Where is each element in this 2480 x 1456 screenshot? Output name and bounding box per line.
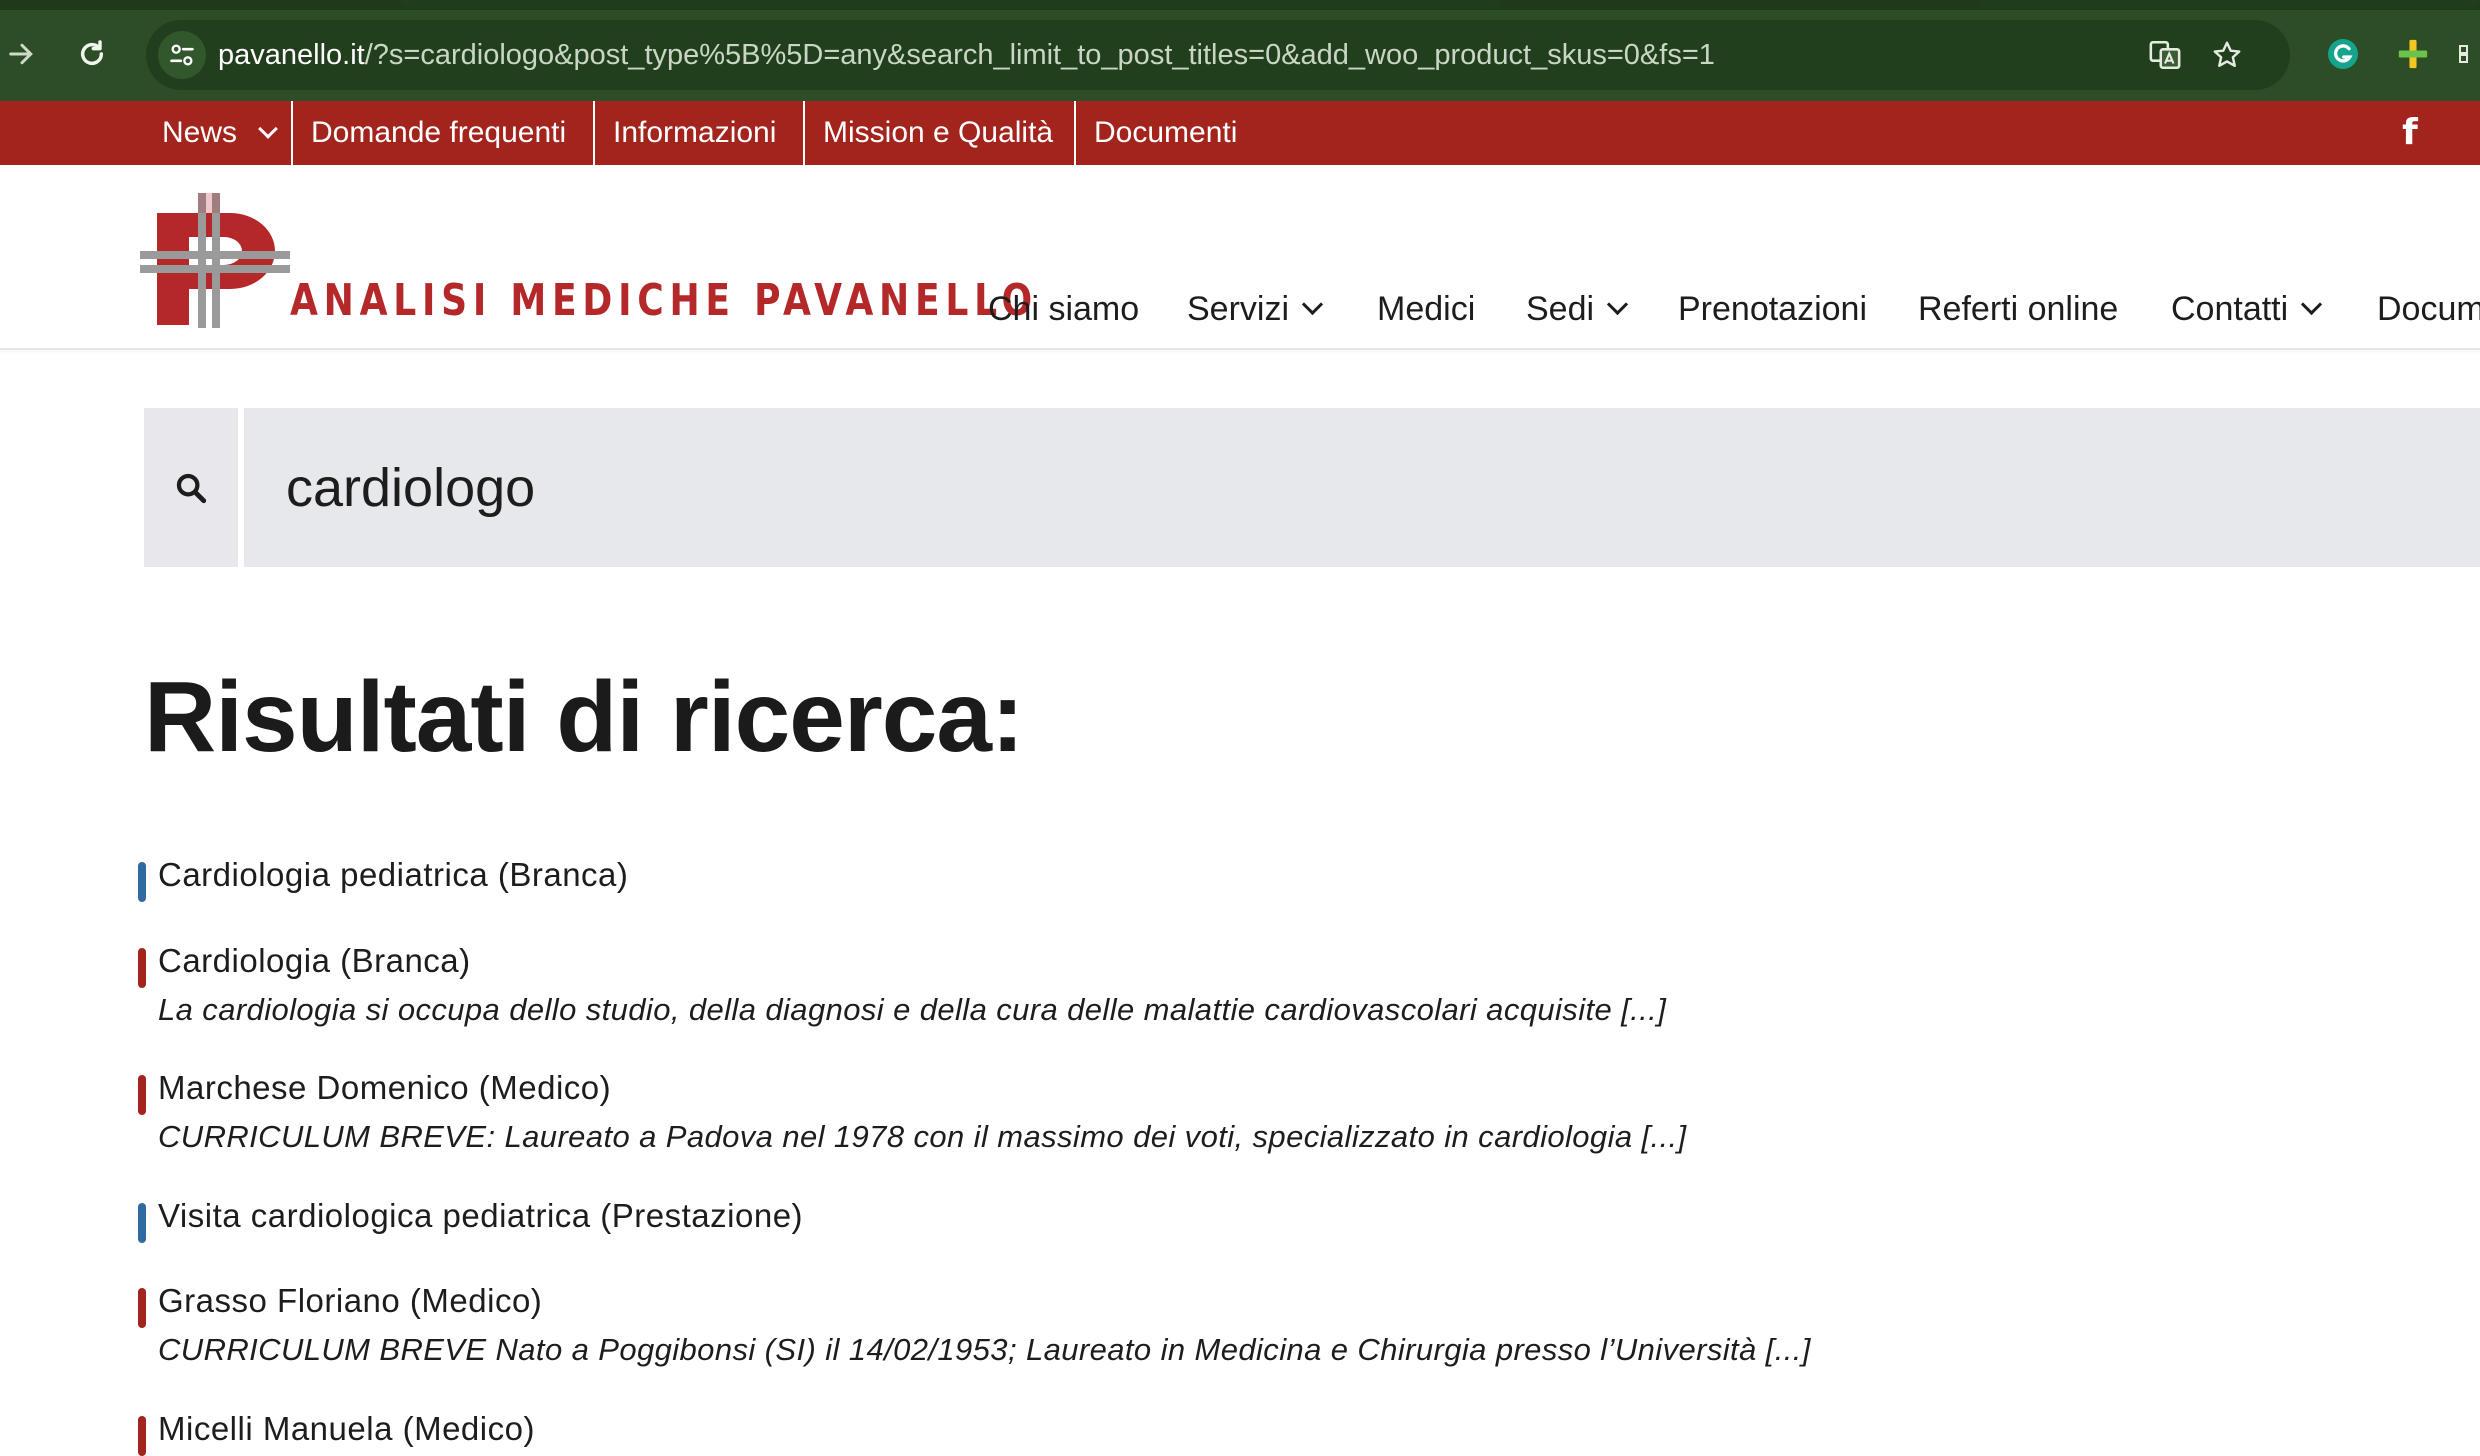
result-excerpt: CURRICULUM BREVE: Laureato a Padova nel …: [158, 1119, 1687, 1154]
tab[interactable]: [1980, 0, 2480, 8]
nav-item-contatti[interactable]: Contatti: [2171, 290, 2323, 329]
result-type-marker: [138, 1075, 146, 1115]
chevron-down-icon: [258, 119, 279, 139]
topbar-item-label: News: [162, 116, 238, 149]
search-button[interactable]: [144, 408, 238, 567]
facebook-icon[interactable]: f: [2395, 101, 2425, 165]
forward-icon[interactable]: [0, 32, 44, 76]
topbar-item-label: Domande frequenti: [311, 116, 567, 149]
tab-strip: [0, 0, 2480, 10]
result-title[interactable]: Visita cardiologica pediatrica (Prestazi…: [158, 1197, 803, 1235]
nav-item-label: Referti online: [1918, 290, 2119, 328]
nav-item-label: Sedi: [1526, 290, 1595, 328]
site-info-icon[interactable]: [158, 31, 206, 79]
nav-item-prenotazioni[interactable]: Prenotazioni: [1678, 290, 1867, 329]
topbar-item-documenti[interactable]: Documenti: [1074, 101, 1257, 165]
result-type-marker: [138, 948, 146, 988]
result-title[interactable]: Marchese Domenico (Medico): [158, 1069, 611, 1107]
page-title: Risultati di ricerca:: [144, 661, 1024, 773]
site-header: ANALISI MEDICHE PAVANELLO Chi siamo Serv…: [0, 165, 2480, 350]
url-host: pavanello.it: [218, 39, 365, 71]
site-logo[interactable]: [140, 193, 290, 328]
nav-item-documenti[interactable]: Docum: [2377, 290, 2480, 329]
utility-bar: News Domande frequenti Informazioni Miss…: [0, 101, 2480, 165]
result-type-marker: [138, 1416, 146, 1456]
result-excerpt: CURRICULUM BREVE Nato a Poggibonsi (SI) …: [158, 1332, 1811, 1367]
browser-toolbar: pavanello.it/?s=cardiologo&post_type%5B%…: [0, 0, 2480, 101]
search-icon: [176, 473, 207, 503]
search-input[interactable]: [286, 408, 2286, 567]
topbar-item-news[interactable]: News: [142, 101, 295, 165]
nav-item-medici[interactable]: Medici: [1377, 290, 1475, 329]
topbar-item-label: Documenti: [1094, 116, 1238, 149]
topbar-item-informazioni[interactable]: Informazioni: [593, 101, 796, 165]
nav-item-servizi[interactable]: Servizi: [1187, 290, 1324, 329]
chevron-down-icon: [1301, 293, 1324, 316]
result-type-marker: [138, 1203, 146, 1243]
nav-item-referti-online[interactable]: Referti online: [1918, 290, 2118, 329]
address-bar[interactable]: pavanello.it/?s=cardiologo&post_type%5B%…: [146, 20, 2290, 90]
topbar-item-mission[interactable]: Mission e Qualità: [803, 101, 1073, 165]
topbar-item-domande-frequenti[interactable]: Domande frequenti: [291, 101, 586, 165]
result-type-marker: [138, 862, 146, 902]
result-title[interactable]: Micelli Manuela (Medico): [158, 1410, 535, 1448]
url-path: /?s=cardiologo&post_type%5B%5D=any&searc…: [364, 39, 1715, 71]
nav-item-label: Prenotazioni: [1678, 290, 1868, 328]
nav-item-label: Servizi: [1187, 290, 1290, 328]
brand-name: ANALISI MEDICHE PAVANELLO: [290, 275, 1038, 326]
search-bar: [144, 408, 2480, 567]
result-excerpt: La cardiologia si occupa dello studio, d…: [158, 992, 1667, 1027]
nav-item-label: Medici: [1377, 290, 1476, 328]
translate-icon[interactable]: [2144, 34, 2186, 76]
topbar-item-label: Informazioni: [613, 116, 777, 149]
result-title[interactable]: Cardiologia pediatrica (Branca): [158, 856, 628, 894]
chevron-down-icon: [2301, 293, 2323, 316]
url-text[interactable]: pavanello.it/?s=cardiologo&post_type%5B%…: [218, 20, 1715, 90]
topbar-item-label: Mission e Qualità: [823, 116, 1054, 149]
result-title[interactable]: Grasso Floriano (Medico): [158, 1282, 542, 1320]
nav-item-chi-siamo[interactable]: Chi siamo: [988, 290, 1139, 329]
nav-item-label: Contatti: [2171, 290, 2289, 328]
grammarly-icon[interactable]: [2321, 32, 2365, 76]
bookmark-star-icon[interactable]: [2206, 34, 2248, 76]
reload-icon[interactable]: [70, 32, 114, 76]
result-title[interactable]: Cardiologia (Branca): [158, 942, 471, 980]
nav-item-label: Docum: [2377, 290, 2480, 328]
extensions-icon[interactable]: [2456, 32, 2480, 76]
search-field[interactable]: [244, 408, 2480, 567]
nav-item-label: Chi siamo: [988, 290, 1140, 328]
result-type-marker: [138, 1288, 146, 1328]
extension-plus-icon[interactable]: [2391, 32, 2435, 76]
tab[interactable]: [400, 0, 1500, 8]
chevron-down-icon: [1606, 293, 1629, 316]
nav-item-sedi[interactable]: Sedi: [1526, 290, 1629, 329]
